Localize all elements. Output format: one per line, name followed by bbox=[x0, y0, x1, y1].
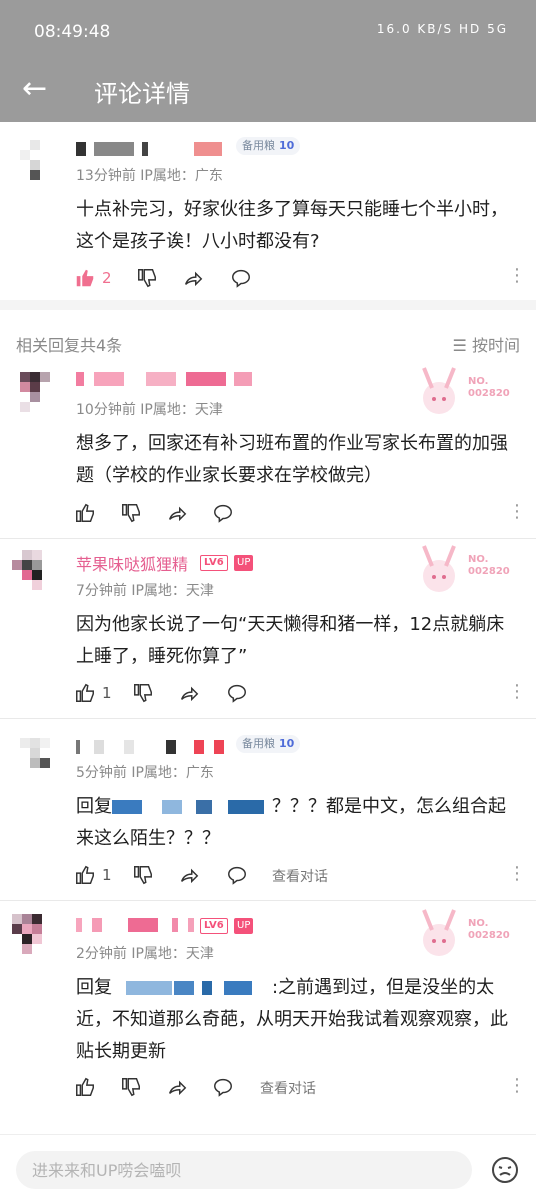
avatar[interactable] bbox=[12, 550, 52, 590]
comment-meta: 13分钟前 IP属地：广东 bbox=[76, 168, 223, 184]
comment-input[interactable] bbox=[16, 1151, 472, 1189]
top-bar: ← 评论详情 bbox=[0, 62, 536, 122]
up-badge: UP bbox=[234, 555, 254, 571]
view-conversation-link[interactable]: 查看对话 bbox=[272, 866, 328, 886]
dislike-icon[interactable] bbox=[120, 502, 142, 524]
comment-text: 回复 :之前遇到过，但是没坐的太近，不知道那么奇葩，从明天开始我试着观察观察，此… bbox=[76, 977, 508, 1062]
dislike-icon[interactable] bbox=[120, 1076, 142, 1098]
fan-decoration: NO. 002820 bbox=[414, 542, 514, 598]
avatar[interactable] bbox=[20, 738, 60, 778]
sort-button[interactable]: ☰ 按时间 bbox=[453, 332, 520, 356]
mention-blurred[interactable] bbox=[112, 797, 272, 817]
more-options-icon[interactable]: ⋮ bbox=[508, 267, 526, 285]
comment-text: 想多了，回家还有补习班布置的作业写家长布置的加强题（学校的作业家长要求在学校做完… bbox=[76, 433, 508, 486]
username[interactable]: 苹果味哒狐狸精 bbox=[76, 551, 188, 575]
avatar[interactable] bbox=[12, 914, 52, 954]
like-icon[interactable] bbox=[74, 682, 96, 704]
reply-prefix: 回复 bbox=[76, 796, 112, 817]
username-blurred[interactable] bbox=[76, 138, 226, 158]
divider bbox=[0, 718, 536, 719]
comment-text: 回复 ？？？都是中文，怎么组合起来这么陌生？？？ bbox=[76, 796, 506, 849]
fan-decoration: NO. 002820 bbox=[414, 906, 514, 962]
more-options-icon[interactable]: ⋮ bbox=[508, 503, 526, 521]
page-title: 评论详情 bbox=[94, 80, 190, 108]
emoji-icon[interactable] bbox=[490, 1155, 520, 1185]
level-badge: LV6 bbox=[200, 555, 228, 571]
status-bar: 08:49:48 16.0 KB/S HD 5G bbox=[0, 0, 536, 62]
more-options-icon[interactable]: ⋮ bbox=[508, 1077, 526, 1095]
more-options-icon[interactable]: ⋮ bbox=[508, 865, 526, 883]
fan-decoration: NO. 002820 bbox=[414, 364, 514, 420]
fan-badge: 备用粮 10 bbox=[236, 735, 301, 753]
anime-girl-icon bbox=[422, 909, 456, 956]
username-blurred[interactable] bbox=[76, 736, 226, 756]
divider bbox=[0, 538, 536, 539]
status-time: 08:49:48 bbox=[34, 22, 111, 42]
up-badge: UP bbox=[234, 918, 254, 934]
anime-girl-icon bbox=[422, 367, 456, 414]
avatar[interactable] bbox=[20, 140, 60, 180]
comment-text: 因为他家长说了一句“天天懒得和猪一样，12点就躺床上睡了，睡死你算了” bbox=[76, 614, 505, 667]
comment-meta: 10分钟前 IP属地：天津 bbox=[76, 402, 223, 418]
like-count: 1 bbox=[102, 684, 112, 702]
view-conversation-link[interactable]: 查看对话 bbox=[260, 1078, 316, 1098]
like-count: 1 bbox=[102, 866, 112, 884]
like-icon[interactable] bbox=[74, 267, 96, 289]
like-icon[interactable] bbox=[74, 502, 96, 524]
username-blurred[interactable] bbox=[76, 368, 256, 388]
comment-meta: 5分钟前 IP属地：广东 bbox=[76, 765, 214, 781]
dislike-icon[interactable] bbox=[132, 682, 154, 704]
reply-prefix: 回复 bbox=[76, 977, 112, 998]
share-icon[interactable] bbox=[166, 1076, 188, 1098]
share-icon[interactable] bbox=[166, 502, 188, 524]
share-icon[interactable] bbox=[182, 267, 204, 289]
sort-icon: ☰ bbox=[452, 336, 472, 355]
like-icon[interactable] bbox=[74, 864, 96, 886]
comment-icon[interactable] bbox=[212, 1076, 234, 1098]
username-blurred[interactable] bbox=[76, 914, 196, 934]
dislike-icon[interactable] bbox=[132, 864, 154, 886]
like-icon[interactable] bbox=[74, 1076, 96, 1098]
comment-icon[interactable] bbox=[212, 502, 234, 524]
share-icon[interactable] bbox=[178, 864, 200, 886]
anime-girl-icon bbox=[422, 545, 456, 592]
divider bbox=[0, 900, 536, 901]
comment-meta: 2分钟前 IP属地：天津 bbox=[76, 946, 214, 962]
back-arrow-icon[interactable]: ← bbox=[22, 72, 47, 106]
section-gap bbox=[0, 300, 536, 310]
replies-count: 相关回复共4条 bbox=[16, 336, 123, 355]
comment-icon[interactable] bbox=[226, 864, 248, 886]
like-count: 2 bbox=[102, 269, 112, 287]
comment-text: 十点补完习，好家伙往多了算每天只能睡七个半小时，这个是孩子诶！八小时都没有? bbox=[76, 199, 508, 252]
level-badge: LV6 bbox=[200, 918, 228, 934]
dislike-icon[interactable] bbox=[136, 267, 158, 289]
avatar[interactable] bbox=[20, 372, 60, 412]
fan-badge: 备用粮 10 bbox=[236, 137, 301, 155]
mention-blurred[interactable] bbox=[112, 978, 272, 998]
status-icons: 16.0 KB/S HD 5G bbox=[376, 22, 508, 36]
share-icon[interactable] bbox=[178, 682, 200, 704]
comment-icon[interactable] bbox=[226, 682, 248, 704]
comment-icon[interactable] bbox=[230, 267, 252, 289]
comment-meta: 7分钟前 IP属地：天津 bbox=[76, 583, 214, 599]
bottom-input-bar bbox=[0, 1134, 536, 1201]
more-options-icon[interactable]: ⋮ bbox=[508, 683, 526, 701]
